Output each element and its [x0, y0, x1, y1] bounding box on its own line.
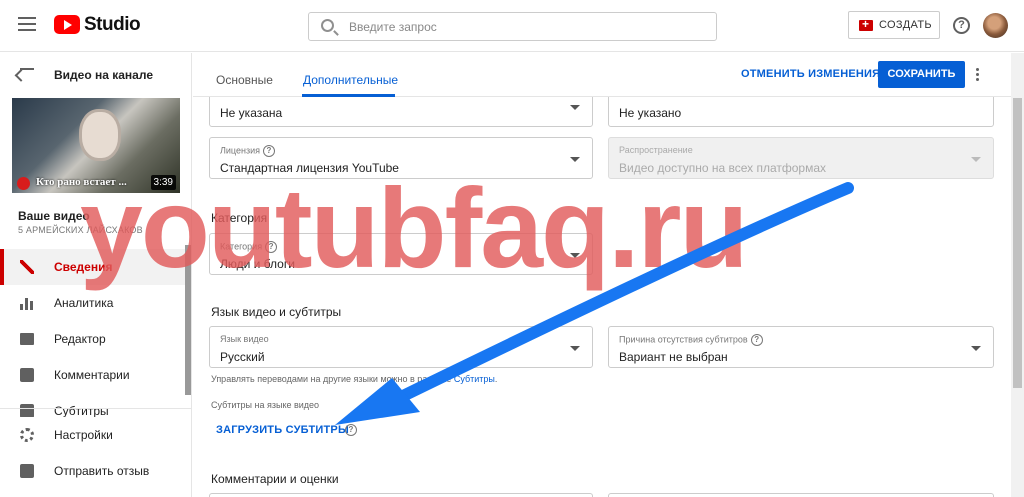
search-input[interactable] [349, 18, 709, 36]
sidebar-item-editor[interactable]: Редактор [0, 321, 186, 357]
search-box[interactable] [308, 12, 717, 41]
no-subtitles-value: Вариант не выбран [619, 350, 728, 364]
video-language-label: Язык видео [220, 334, 269, 344]
sidebar-divider [0, 408, 191, 409]
channel-name: 5 АРМЕЙСКИХ ЛАЙСХАКОВ [18, 225, 143, 235]
thumbnail-caption: Кто рано встает ... [36, 176, 127, 188]
help-icon[interactable]: ? [953, 17, 970, 34]
sidebar-item-label: Сведения [54, 260, 113, 274]
sidebar-item-label: Комментарии [54, 368, 130, 382]
search-icon [321, 19, 334, 32]
distribution-value: Видео доступно на всех платформах [619, 161, 826, 175]
tab-basic[interactable]: Основные [216, 73, 273, 87]
more-options-icon[interactable] [976, 68, 980, 82]
subtitles-icon [20, 404, 34, 418]
youtube-logo-icon[interactable] [54, 15, 80, 34]
sidebar-item-label: Редактор [54, 332, 106, 346]
no-subtitles-reason-select[interactable]: Причина отсутствия субтитров? Вариант не… [608, 326, 994, 368]
help-icon[interactable]: ? [265, 241, 278, 253]
sidebar-item-feedback[interactable]: Отправить отзыв [0, 453, 186, 489]
sidebar-item-label: Субтитры [54, 404, 109, 418]
license-select[interactable]: Лицензия? Стандартная лицензия YouTube [209, 137, 593, 179]
comments-select[interactable] [209, 493, 593, 497]
active-tab-indicator [302, 94, 395, 97]
back-arrow-icon [20, 68, 34, 70]
chevron-down-icon [570, 253, 580, 258]
sidebar: Видео на канале Кто рано встает ... 3:39… [0, 53, 192, 497]
save-button[interactable]: СОХРАНИТЬ [878, 61, 965, 88]
sidebar-item-comments[interactable]: Комментарии [0, 357, 186, 393]
tabs-bar: Основные Дополнительные ОТМЕНИТЬ ИЗМЕНЕН… [193, 53, 1011, 97]
sidebar-item-label: Аналитика [54, 296, 114, 310]
sidebar-item-details[interactable]: Сведения [0, 249, 186, 285]
page-scrollbar-thumb[interactable] [1013, 98, 1022, 388]
main-panel: Основные Дополнительные ОТМЕНИТЬ ИЗМЕНЕН… [193, 53, 1011, 497]
create-button-label: СОЗДАТЬ [879, 19, 932, 31]
category-select[interactable]: Категория? Люди и блоги [209, 233, 593, 275]
translations-hint: Управлять переводами на другие языки мож… [211, 374, 498, 384]
analytics-icon [20, 296, 34, 310]
video-language-select[interactable]: Язык видео Русский [209, 326, 593, 368]
no-subtitles-label: Причина отсутствия субтитров? [619, 334, 763, 346]
top-left-value: Не указана [220, 106, 283, 120]
subtitles-language-hint: Субтитры на языке видео [211, 400, 320, 410]
category-section-title: Категория [211, 211, 268, 225]
chevron-down-icon [570, 105, 580, 110]
category-value: Люди и блоги [220, 257, 295, 271]
pencil-icon [20, 260, 34, 274]
create-button[interactable]: СОЗДАТЬ [848, 11, 940, 39]
help-icon[interactable]: ? [345, 424, 357, 436]
page-scrollbar[interactable] [1011, 53, 1024, 497]
sidebar-scrollbar[interactable] [185, 245, 191, 395]
help-icon[interactable]: ? [263, 145, 275, 157]
license-label: Лицензия? [220, 145, 275, 157]
video-duration: 3:39 [150, 175, 176, 190]
create-video-icon [859, 17, 873, 31]
menu-icon[interactable] [18, 17, 36, 31]
back-label: Видео на канале [54, 68, 153, 82]
video-language-value: Русский [220, 350, 265, 364]
top-bar: Studio СОЗДАТЬ ? [0, 0, 1024, 52]
comments-icon [20, 368, 34, 382]
avatar[interactable] [983, 13, 1008, 38]
tab-advanced[interactable]: Дополнительные [303, 73, 398, 87]
undo-changes-button[interactable]: ОТМЕНИТЬ ИЗМЕНЕНИЯ [741, 68, 880, 80]
back-to-videos[interactable]: Видео на канале [0, 53, 191, 93]
sidebar-item-settings[interactable]: Настройки [0, 417, 186, 453]
sidebar-item-analytics[interactable]: Аналитика [0, 285, 186, 321]
chevron-down-icon [570, 157, 580, 162]
chevron-down-icon [971, 346, 981, 351]
studio-logo-text[interactable]: Studio [84, 14, 141, 36]
chevron-down-icon [971, 157, 981, 162]
category-label: Категория? [220, 241, 278, 253]
ratings-select[interactable] [608, 493, 994, 497]
top-right-value: Не указано [619, 106, 682, 120]
comments-section-title: Комментарии и оценки [211, 472, 339, 486]
thumbnail-face [82, 112, 118, 158]
video-thumbnail[interactable]: Кто рано встает ... 3:39 [12, 98, 180, 193]
your-video-title: Ваше видео [18, 209, 90, 223]
chevron-down-icon [570, 346, 580, 351]
subtitles-link[interactable]: Субтитры [454, 374, 495, 384]
editor-icon [20, 333, 34, 345]
distribution-label: Распространение [619, 145, 693, 155]
help-icon[interactable]: ? [750, 334, 763, 346]
gear-icon [20, 428, 34, 442]
feedback-icon [20, 464, 34, 478]
sidebar-item-label: Настройки [54, 428, 113, 442]
upload-subtitles-button[interactable]: ЗАГРУЗИТЬ СУБТИТРЫ [216, 424, 349, 436]
distribution-select: Распространение Видео доступно на всех п… [608, 137, 994, 179]
sidebar-item-label: Отправить отзыв [54, 464, 150, 478]
language-section-title: Язык видео и субтитры [211, 305, 342, 319]
license-value: Стандартная лицензия YouTube [220, 161, 399, 175]
